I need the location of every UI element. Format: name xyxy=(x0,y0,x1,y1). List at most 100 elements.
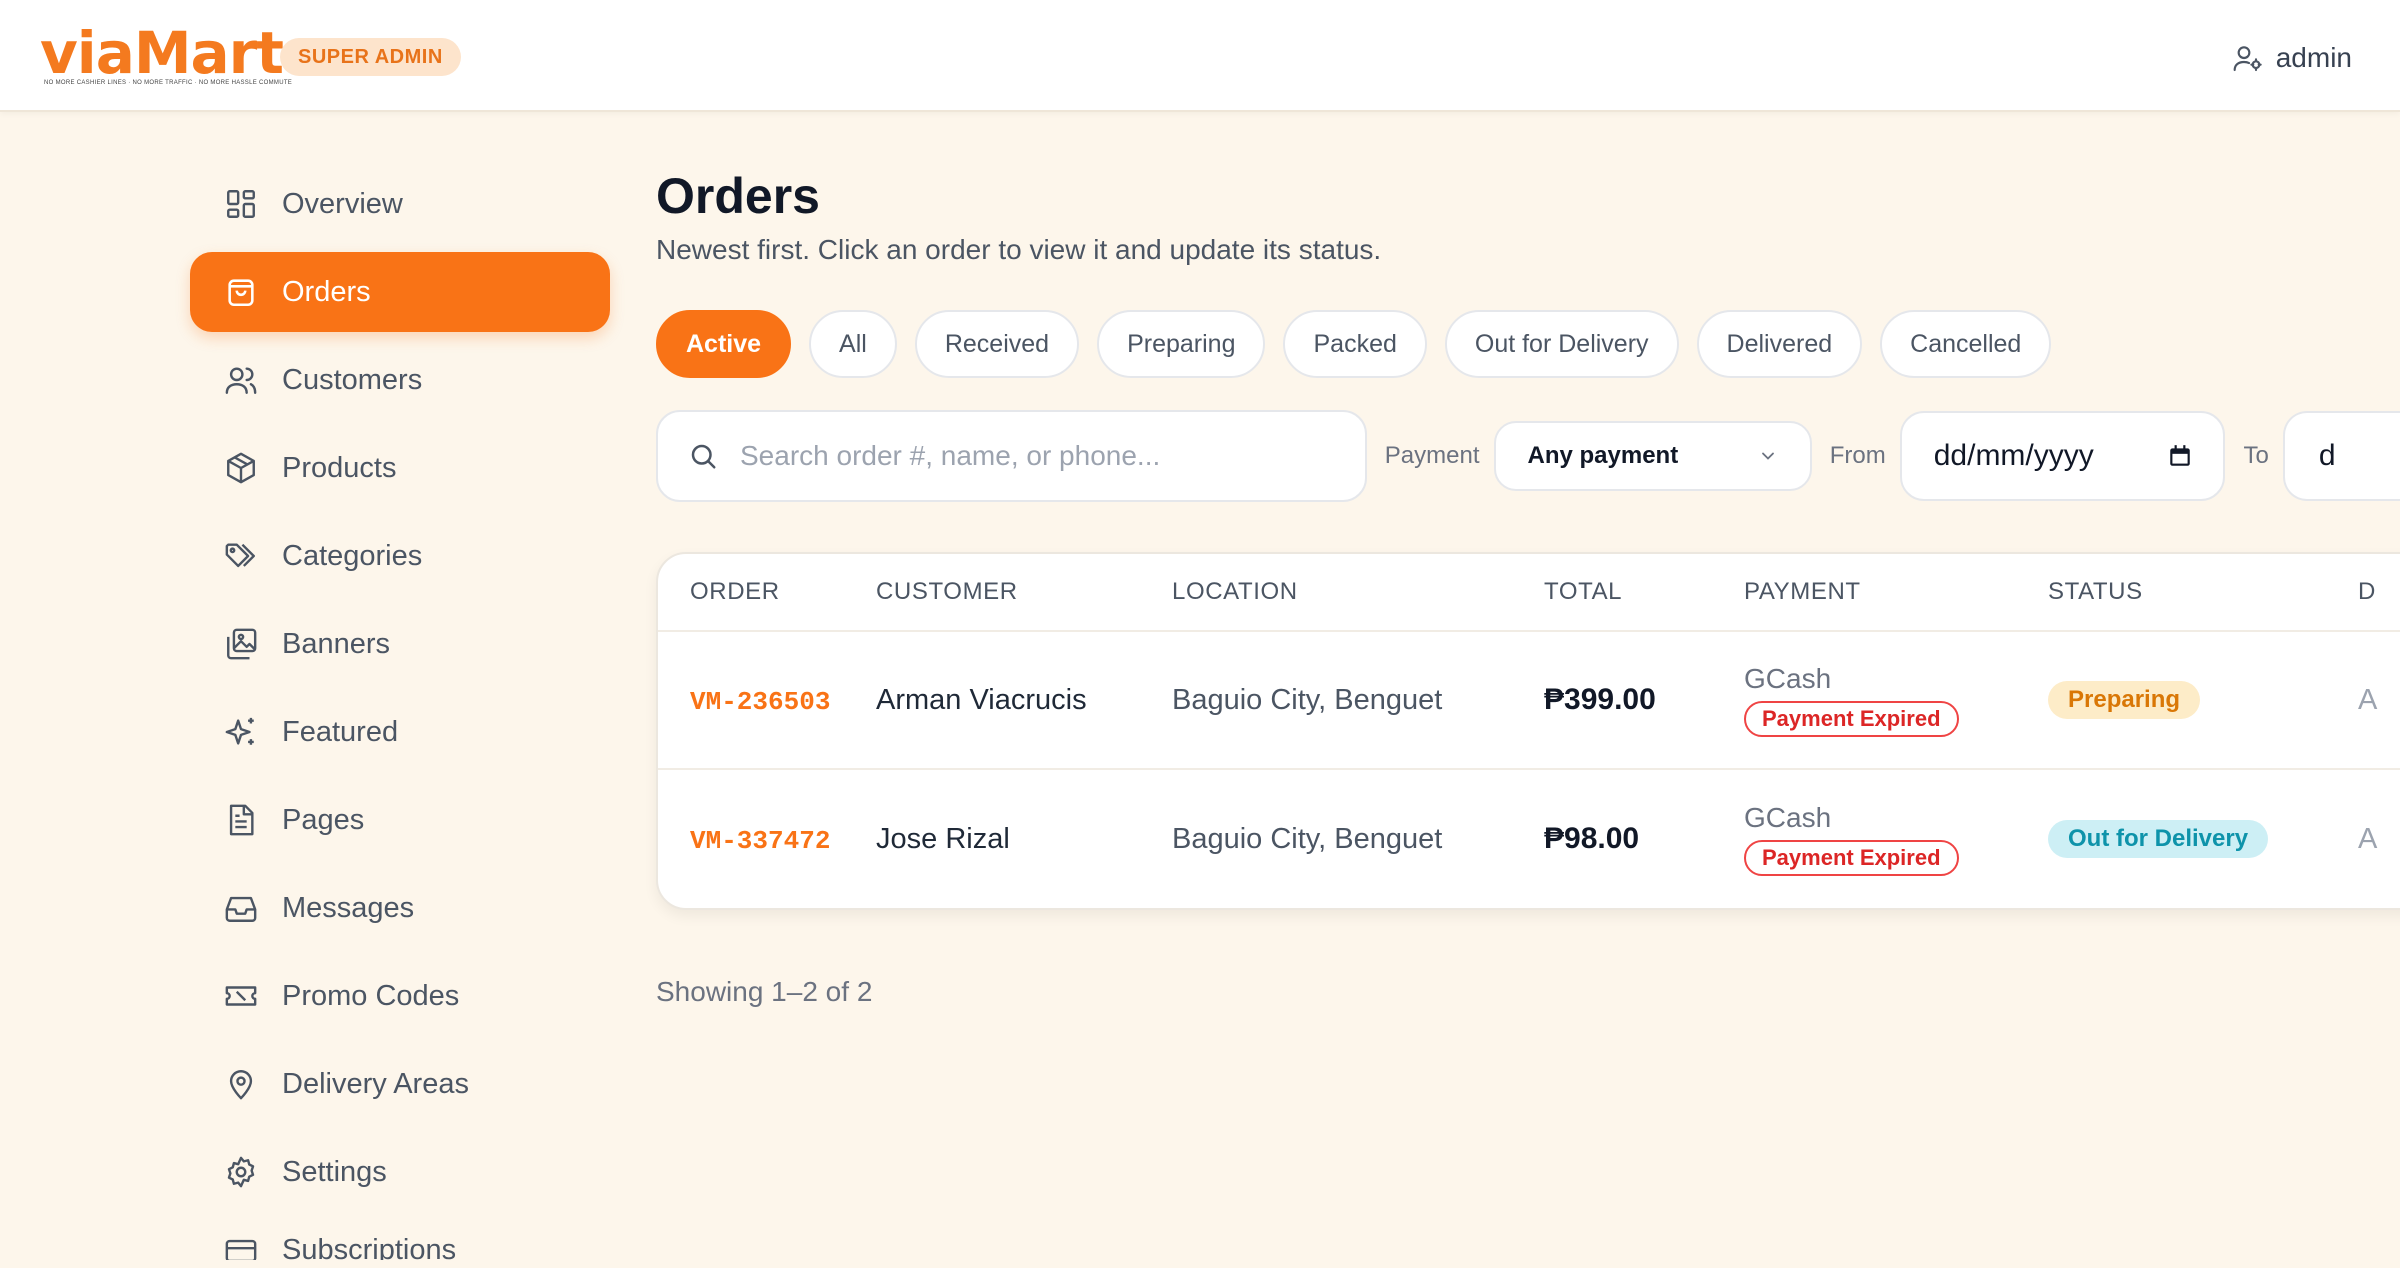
payment-select-value: Any payment xyxy=(1527,442,1679,469)
filter-chip-active[interactable]: Active xyxy=(656,310,792,378)
column-header-payment[interactable]: PAYMENT xyxy=(1744,578,2048,606)
top-bar: viaMart NO MORE CASHIER LINES · NO MORE … xyxy=(0,0,2400,112)
order-location: Baguio City, Benguet xyxy=(1172,683,1443,716)
sidebar-item-pages[interactable]: Pages xyxy=(190,780,610,860)
column-header-customer[interactable]: CUSTOMER xyxy=(876,578,1172,606)
images-icon xyxy=(227,628,257,660)
sidebar-item-label: Banners xyxy=(282,627,391,660)
page-subtitle: Newest first. Click an order to view it … xyxy=(656,234,1382,265)
payment-status-badge: Payment Expired xyxy=(1744,701,1959,737)
sidebar-item-label: Products xyxy=(282,451,397,484)
chevron-down-icon xyxy=(1761,452,1774,460)
ticket-icon xyxy=(225,986,257,1006)
column-header-order[interactable]: ORDER xyxy=(658,578,876,606)
logo-tagline: NO MORE CASHIER LINES · NO MORE TRAFFIC … xyxy=(44,80,293,86)
search-icon xyxy=(691,444,716,469)
order-date: A xyxy=(2358,683,2378,716)
sidebar-item-label: Messages xyxy=(282,891,415,924)
sidebar-item-promo-codes[interactable]: Promo Codes xyxy=(190,956,610,1036)
filter-chip-out-for-delivery[interactable]: Out for Delivery xyxy=(1444,310,1679,378)
file-icon xyxy=(229,804,254,836)
column-header-status[interactable]: STATUS xyxy=(2048,578,2358,606)
column-header-location[interactable]: LOCATION xyxy=(1172,578,1544,606)
sidebar-item-label: Categories xyxy=(282,539,423,572)
logo-wordmark: viaMart xyxy=(40,19,284,87)
sidebar-item-featured[interactable]: Featured xyxy=(190,692,610,772)
to-date-value: d xyxy=(2318,439,2336,472)
role-badge: SUPER ADMIN xyxy=(280,38,461,76)
sidebar-item-label: Promo Codes xyxy=(282,979,460,1012)
viamart-logo[interactable]: viaMart NO MORE CASHIER LINES · NO MORE … xyxy=(40,22,292,92)
sidebar-item-customers[interactable]: Customers xyxy=(190,340,610,420)
orders-table: ORDER CUSTOMER LOCATION TOTAL PAYMENT ST… xyxy=(656,552,2400,910)
user-menu[interactable]: admin xyxy=(2232,38,2352,78)
filter-chip-cancelled[interactable]: Cancelled xyxy=(1880,310,2052,378)
table-row[interactable]: VM-236503 Arman Viacrucis Baguio City, B… xyxy=(658,632,2400,770)
inbox-icon xyxy=(225,896,257,922)
to-label: To xyxy=(2243,442,2269,469)
sidebar-item-banners[interactable]: Banners xyxy=(190,604,610,684)
user-name: admin xyxy=(2275,42,2352,73)
order-number-link[interactable]: VM-236503 xyxy=(690,687,830,717)
payment-cell: GCash Payment Expired xyxy=(1744,663,2048,737)
grid-icon xyxy=(227,190,255,218)
sidebar-item-categories[interactable]: Categories xyxy=(190,516,610,596)
sidebar-item-overview[interactable]: Overview xyxy=(190,164,610,244)
filter-chip-received[interactable]: Received xyxy=(914,310,1080,378)
sidebar: Overview Orders Customers Products Categ… xyxy=(190,164,610,1268)
order-total: ₱399.00 xyxy=(1544,683,1656,716)
sidebar-item-orders[interactable]: Orders xyxy=(190,252,610,332)
order-location: Baguio City, Benguet xyxy=(1172,822,1443,855)
tags-icon xyxy=(225,543,255,568)
column-header-total[interactable]: TOTAL xyxy=(1544,578,1744,606)
to-date-input[interactable]: d xyxy=(2282,411,2400,501)
users-icon xyxy=(225,367,257,394)
status-badge: Preparing xyxy=(2048,681,2201,719)
map-pin-icon xyxy=(229,1070,253,1100)
calendar-icon[interactable] xyxy=(2167,443,2193,469)
sidebar-item-label: Overview xyxy=(282,187,403,220)
filter-chip-packed[interactable]: Packed xyxy=(1283,310,1427,378)
sidebar-item-label: Customers xyxy=(282,363,423,396)
sidebar-item-label: Delivery Areas xyxy=(282,1067,469,1100)
sidebar-item-label: Featured xyxy=(282,715,399,748)
filter-chip-preparing[interactable]: Preparing xyxy=(1097,310,1266,378)
gear-icon xyxy=(227,1156,255,1188)
payment-status-badge: Payment Expired xyxy=(1744,840,1959,876)
payment-label: Payment xyxy=(1384,442,1480,469)
order-total: ₱98.00 xyxy=(1544,822,1640,855)
card-icon xyxy=(225,1239,257,1260)
from-date-input[interactable]: dd/mm/yyyy xyxy=(1899,411,2226,501)
sidebar-item-label: Subscriptions xyxy=(282,1234,457,1260)
sidebar-item-label: Pages xyxy=(282,803,365,836)
payment-select[interactable]: Any payment xyxy=(1493,421,1812,491)
from-label: From xyxy=(1829,442,1886,469)
table-row[interactable]: VM-337472 Jose Rizal Baguio City, Bengue… xyxy=(658,770,2400,908)
page-title: Orders xyxy=(656,168,820,224)
box-icon xyxy=(227,452,255,484)
sparkles-icon xyxy=(225,717,254,745)
shopping-bag-icon xyxy=(228,279,254,307)
user-settings-icon xyxy=(2233,46,2262,72)
sidebar-item-label: Orders xyxy=(282,275,371,308)
sidebar-item-subscriptions[interactable]: Subscriptions xyxy=(190,1220,610,1260)
sidebar-item-delivery-areas[interactable]: Delivery Areas xyxy=(190,1044,610,1124)
payment-method: GCash xyxy=(1744,663,1832,694)
table-header-row: ORDER CUSTOMER LOCATION TOTAL PAYMENT ST… xyxy=(658,554,2400,632)
pagination-summary: Showing 1–2 of 2 xyxy=(656,976,873,1007)
sidebar-item-products[interactable]: Products xyxy=(190,428,610,508)
main-content: Orders Newest first. Click an order to v… xyxy=(656,162,2400,1008)
sidebar-item-messages[interactable]: Messages xyxy=(190,868,610,948)
sidebar-item-label: Settings xyxy=(282,1155,387,1188)
filter-chip-delivered[interactable]: Delivered xyxy=(1696,310,1863,378)
filter-chip-all[interactable]: All xyxy=(809,310,897,378)
filter-toolbar: Payment Any payment From dd/mm/yyyy To d xyxy=(656,410,2400,502)
order-number-link[interactable]: VM-337472 xyxy=(690,826,830,856)
search-box[interactable] xyxy=(656,410,1367,502)
payment-method: GCash xyxy=(1744,802,1832,833)
order-date: A xyxy=(2358,822,2378,855)
sidebar-item-settings[interactable]: Settings xyxy=(190,1132,610,1212)
search-input[interactable] xyxy=(740,440,1360,472)
column-header-date[interactable]: D xyxy=(2358,578,2400,606)
from-date-value: dd/mm/yyyy xyxy=(1933,439,2094,472)
